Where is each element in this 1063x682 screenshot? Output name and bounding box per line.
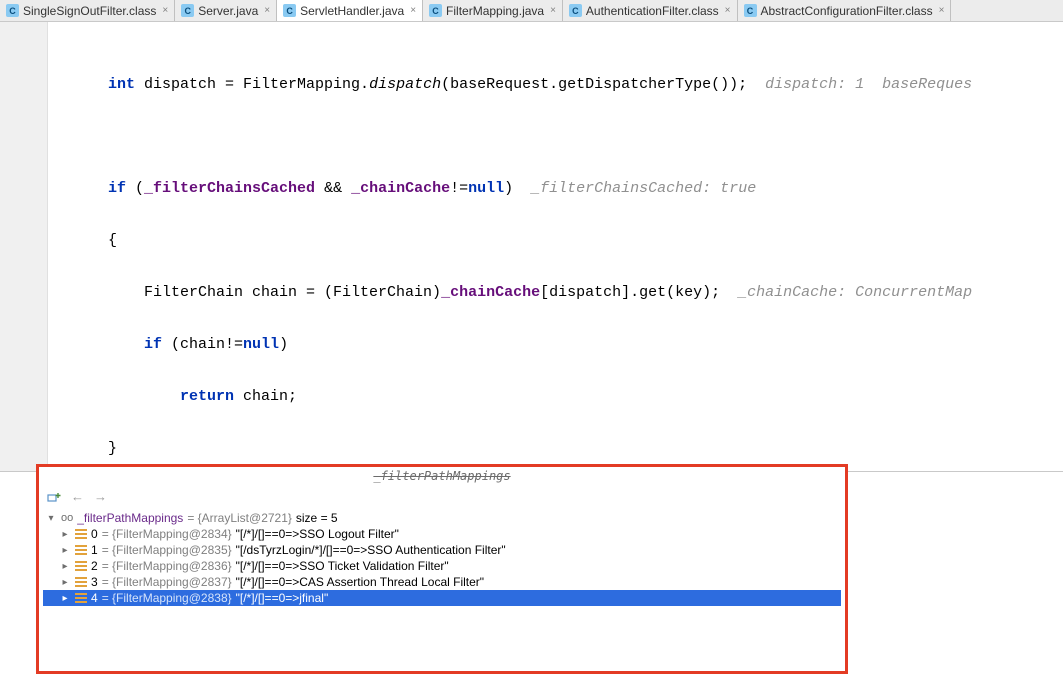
- new-watch-icon[interactable]: [47, 490, 61, 504]
- array-item-icon: [75, 593, 87, 603]
- watch-icon: oo: [61, 512, 73, 524]
- tree-row[interactable]: ▸ 1 = {FilterMapping@2835} "[/dsTyrzLogi…: [43, 542, 841, 558]
- var-index: 3: [91, 575, 98, 589]
- java-class-icon: C: [429, 4, 442, 17]
- editor-tab-bar: C SingleSignOutFilter.class × C Server.j…: [0, 0, 1063, 22]
- tab-label: AuthenticationFilter.class: [586, 4, 719, 18]
- tree-row[interactable]: ▸ 3 = {FilterMapping@2837} "[/*]/[]==0=>…: [43, 574, 841, 590]
- var-value: "[/dsTyrzLogin/*]/[]==0=>SSO Authenticat…: [236, 543, 506, 557]
- close-icon[interactable]: ×: [550, 5, 556, 16]
- caret-down-icon[interactable]: ▾: [45, 513, 57, 524]
- var-type: = {ArrayList@2721}: [187, 511, 292, 525]
- var-name: _filterPathMappings: [77, 511, 183, 525]
- array-item-icon: [75, 529, 87, 539]
- var-index: 2: [91, 559, 98, 573]
- tree-row[interactable]: ▸ 2 = {FilterMapping@2836} "[/*]/[]==0=>…: [43, 558, 841, 574]
- tree-row-selected[interactable]: ▸ 4 = {FilterMapping@2838} "[/*]/[]==0=>…: [43, 590, 841, 606]
- java-class-icon: C: [744, 4, 757, 17]
- var-value: "[/*]/[]==0=>SSO Logout Filter": [236, 527, 399, 541]
- var-index: 4: [91, 591, 98, 605]
- debug-toolbar: ← →: [39, 487, 845, 510]
- tab-label: FilterMapping.java: [446, 4, 544, 18]
- var-type: = {FilterMapping@2837}: [102, 575, 232, 589]
- var-index: 0: [91, 527, 98, 541]
- tab-label: AbstractConfigurationFilter.class: [761, 4, 933, 18]
- java-class-icon: C: [283, 4, 296, 17]
- close-icon[interactable]: ×: [162, 5, 168, 16]
- close-icon[interactable]: ×: [264, 5, 270, 16]
- var-type: = {FilterMapping@2835}: [102, 543, 232, 557]
- code-lines: int dispatch = FilterMapping.dispatch(ba…: [0, 22, 1063, 472]
- code-editor[interactable]: int dispatch = FilterMapping.dispatch(ba…: [0, 22, 1063, 472]
- close-icon[interactable]: ×: [410, 5, 416, 16]
- java-class-icon: C: [6, 4, 19, 17]
- tree-root-row[interactable]: ▾ oo _filterPathMappings = {ArrayList@27…: [43, 510, 841, 526]
- tab-abstractconfigurationfilter[interactable]: C AbstractConfigurationFilter.class ×: [738, 0, 952, 21]
- caret-right-icon[interactable]: ▸: [59, 577, 71, 588]
- var-value: "[/*]/[]==0=>CAS Assertion Thread Local …: [236, 575, 484, 589]
- array-item-icon: [75, 577, 87, 587]
- caret-right-icon[interactable]: ▸: [59, 545, 71, 556]
- tab-label: ServletHandler.java: [300, 4, 404, 18]
- var-value: "[/*]/[]==0=>jfinal": [236, 591, 329, 605]
- var-type: = {FilterMapping@2836}: [102, 559, 232, 573]
- var-value: "[/*]/[]==0=>SSO Ticket Validation Filte…: [236, 559, 449, 573]
- caret-right-icon[interactable]: ▸: [59, 561, 71, 572]
- debug-expression-title: _filterPathMappings: [39, 467, 845, 487]
- tab-label: SingleSignOutFilter.class: [23, 4, 156, 18]
- variables-tree[interactable]: ▾ oo _filterPathMappings = {ArrayList@27…: [39, 510, 845, 610]
- close-icon[interactable]: ×: [725, 5, 731, 16]
- array-item-icon: [75, 545, 87, 555]
- tab-filtermapping[interactable]: C FilterMapping.java ×: [423, 0, 563, 21]
- array-item-icon: [75, 561, 87, 571]
- close-icon[interactable]: ×: [939, 5, 945, 16]
- caret-right-icon[interactable]: ▸: [59, 529, 71, 540]
- caret-right-icon[interactable]: ▸: [59, 593, 71, 604]
- tab-singlesignoutfilter[interactable]: C SingleSignOutFilter.class ×: [0, 0, 175, 21]
- back-icon[interactable]: ←: [71, 489, 84, 504]
- tab-servlethandler[interactable]: C ServletHandler.java ×: [277, 0, 423, 21]
- var-index: 1: [91, 543, 98, 557]
- var-type: = {FilterMapping@2834}: [102, 527, 232, 541]
- forward-icon[interactable]: →: [94, 489, 107, 504]
- var-type: = {FilterMapping@2838}: [102, 591, 232, 605]
- java-class-icon: C: [569, 4, 582, 17]
- tree-row[interactable]: ▸ 0 = {FilterMapping@2834} "[/*]/[]==0=>…: [43, 526, 841, 542]
- var-summary: size = 5: [296, 511, 338, 525]
- tab-label: Server.java: [198, 4, 258, 18]
- java-class-icon: C: [181, 4, 194, 17]
- debugger-panel: _filterPathMappings ← → ▾ oo _filterPath…: [36, 464, 848, 674]
- tab-server[interactable]: C Server.java ×: [175, 0, 277, 21]
- editor-gutter: [0, 22, 48, 471]
- tab-authenticationfilter[interactable]: C AuthenticationFilter.class ×: [563, 0, 738, 21]
